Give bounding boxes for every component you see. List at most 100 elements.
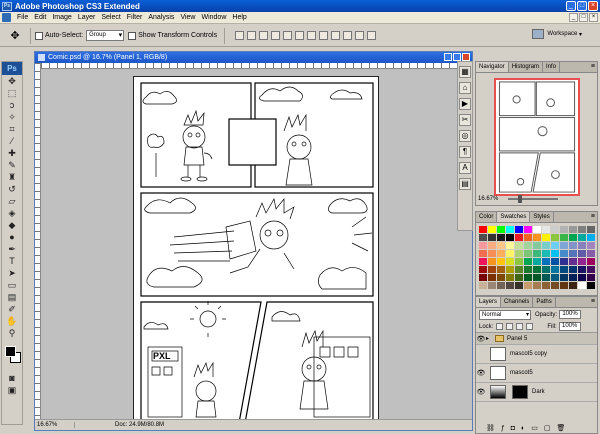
- tab-paths[interactable]: Paths: [533, 297, 556, 307]
- eyedropper-tool-icon[interactable]: ⁄: [4, 136, 20, 147]
- color-swatch[interactable]: [497, 250, 505, 257]
- color-swatch[interactable]: [587, 266, 595, 273]
- adjustment-layer-icon[interactable]: ◐: [521, 425, 525, 432]
- color-swatch[interactable]: [542, 226, 550, 233]
- align-bottom-icon[interactable]: [259, 31, 269, 40]
- color-swatch[interactable]: [578, 250, 586, 257]
- marquee-tool-icon[interactable]: ⬚: [4, 88, 20, 99]
- color-swatch[interactable]: [497, 282, 505, 289]
- color-swatch[interactable]: [515, 250, 523, 257]
- panel-menu-icon[interactable]: ≡: [591, 63, 595, 70]
- color-swatch[interactable]: [542, 274, 550, 281]
- color-swatch[interactable]: [488, 234, 496, 241]
- align-right-icon[interactable]: [295, 31, 305, 40]
- color-swatch[interactable]: [533, 258, 541, 265]
- color-swatch[interactable]: [488, 242, 496, 249]
- color-swatches[interactable]: [4, 345, 22, 367]
- color-swatch[interactable]: [533, 234, 541, 241]
- color-swatch[interactable]: [542, 242, 550, 249]
- align-left-icon[interactable]: [271, 31, 281, 40]
- color-swatch[interactable]: [560, 274, 568, 281]
- type-tool-icon[interactable]: T: [4, 256, 20, 267]
- color-swatch[interactable]: [515, 258, 523, 265]
- doc-minimize-button[interactable]: _: [569, 13, 578, 22]
- color-swatch[interactable]: [533, 250, 541, 257]
- layer-style-icon[interactable]: ƒ: [501, 425, 505, 432]
- navigator-preview[interactable]: [494, 78, 580, 196]
- lock-all-icon[interactable]: [526, 323, 534, 330]
- color-swatch[interactable]: [569, 282, 577, 289]
- layer-group-row[interactable]: 👁 ▸ Panel 5: [476, 333, 597, 345]
- move-tool-icon[interactable]: ✥: [4, 28, 26, 44]
- color-swatch[interactable]: [515, 274, 523, 281]
- color-swatch[interactable]: [479, 234, 487, 241]
- visibility-eye-icon[interactable]: 👁: [476, 388, 486, 396]
- navigator-zoom-value[interactable]: 16.67%: [478, 196, 498, 202]
- magic-wand-tool-icon[interactable]: ✧: [4, 112, 20, 123]
- color-swatch[interactable]: [488, 250, 496, 257]
- color-swatch[interactable]: [569, 234, 577, 241]
- color-swatch[interactable]: [560, 282, 568, 289]
- color-swatch[interactable]: [497, 234, 505, 241]
- zoom-readout[interactable]: 16.67%: [35, 422, 75, 428]
- menu-layer[interactable]: Layer: [75, 14, 99, 21]
- distribute-right-icon[interactable]: [367, 31, 377, 40]
- clone-source-icon[interactable]: ◎: [459, 130, 471, 142]
- path-selection-tool-icon[interactable]: ➤: [4, 268, 20, 279]
- color-swatch[interactable]: [542, 266, 550, 273]
- distribute-vcenter-icon[interactable]: [319, 31, 329, 40]
- menu-file[interactable]: File: [14, 14, 31, 21]
- character-icon[interactable]: A: [459, 162, 471, 174]
- blend-mode-dropdown[interactable]: Normal: [479, 309, 531, 320]
- color-swatch[interactable]: [551, 282, 559, 289]
- color-swatch[interactable]: [587, 274, 595, 281]
- add-mask-icon[interactable]: ◘: [511, 425, 515, 432]
- shape-tool-icon[interactable]: ▭: [4, 280, 20, 291]
- color-swatch[interactable]: [524, 266, 532, 273]
- color-swatch[interactable]: [479, 266, 487, 273]
- tab-channels[interactable]: Channels: [501, 297, 534, 307]
- align-top-icon[interactable]: [235, 31, 245, 40]
- color-swatch[interactable]: [488, 266, 496, 273]
- color-swatch[interactable]: [506, 250, 514, 257]
- crop-tool-icon[interactable]: ⌗: [4, 124, 20, 135]
- maximize-button[interactable]: □: [577, 1, 587, 11]
- doc-minimize-button[interactable]: [444, 53, 452, 61]
- color-swatch[interactable]: [506, 242, 514, 249]
- menu-select[interactable]: Select: [98, 14, 123, 21]
- color-swatch[interactable]: [524, 226, 532, 233]
- color-swatch[interactable]: [497, 258, 505, 265]
- layer-row[interactable]: mascot5 copy: [476, 345, 597, 364]
- color-swatch[interactable]: [533, 282, 541, 289]
- color-swatch[interactable]: [506, 266, 514, 273]
- chevron-right-icon[interactable]: ▸: [486, 335, 489, 342]
- color-swatch[interactable]: [479, 282, 487, 289]
- menu-edit[interactable]: Edit: [31, 14, 49, 21]
- color-swatch[interactable]: [569, 250, 577, 257]
- color-swatch[interactable]: [515, 282, 523, 289]
- color-swatch[interactable]: [479, 242, 487, 249]
- tab-info[interactable]: Info: [543, 62, 561, 72]
- auto-select-dropdown[interactable]: Group: [86, 30, 125, 41]
- lock-pixels-icon[interactable]: [506, 323, 514, 330]
- color-swatch[interactable]: [533, 242, 541, 249]
- doc-size-readout[interactable]: Doc: 24.9M/80.8M: [75, 422, 164, 428]
- color-swatch[interactable]: [587, 242, 595, 249]
- distribute-hcenter-icon[interactable]: [355, 31, 365, 40]
- doc-maximize-button[interactable]: [453, 53, 461, 61]
- color-swatch[interactable]: [569, 266, 577, 273]
- color-swatch[interactable]: [551, 266, 559, 273]
- lock-transparency-icon[interactable]: [496, 323, 504, 330]
- color-swatch[interactable]: [479, 226, 487, 233]
- history-brush-tool-icon[interactable]: ↺: [4, 184, 20, 195]
- color-swatch[interactable]: [587, 258, 595, 265]
- color-swatch[interactable]: [551, 250, 559, 257]
- document-title-bar[interactable]: Comic.psd @ 16.7% (Panel 1, RGB/8): [35, 52, 472, 63]
- color-swatch[interactable]: [578, 242, 586, 249]
- color-swatch[interactable]: [578, 282, 586, 289]
- color-swatch[interactable]: [587, 250, 595, 257]
- align-vcenter-icon[interactable]: [247, 31, 257, 40]
- color-swatch[interactable]: [542, 282, 550, 289]
- new-layer-icon[interactable]: ▢: [544, 424, 551, 432]
- lock-position-icon[interactable]: [516, 323, 524, 330]
